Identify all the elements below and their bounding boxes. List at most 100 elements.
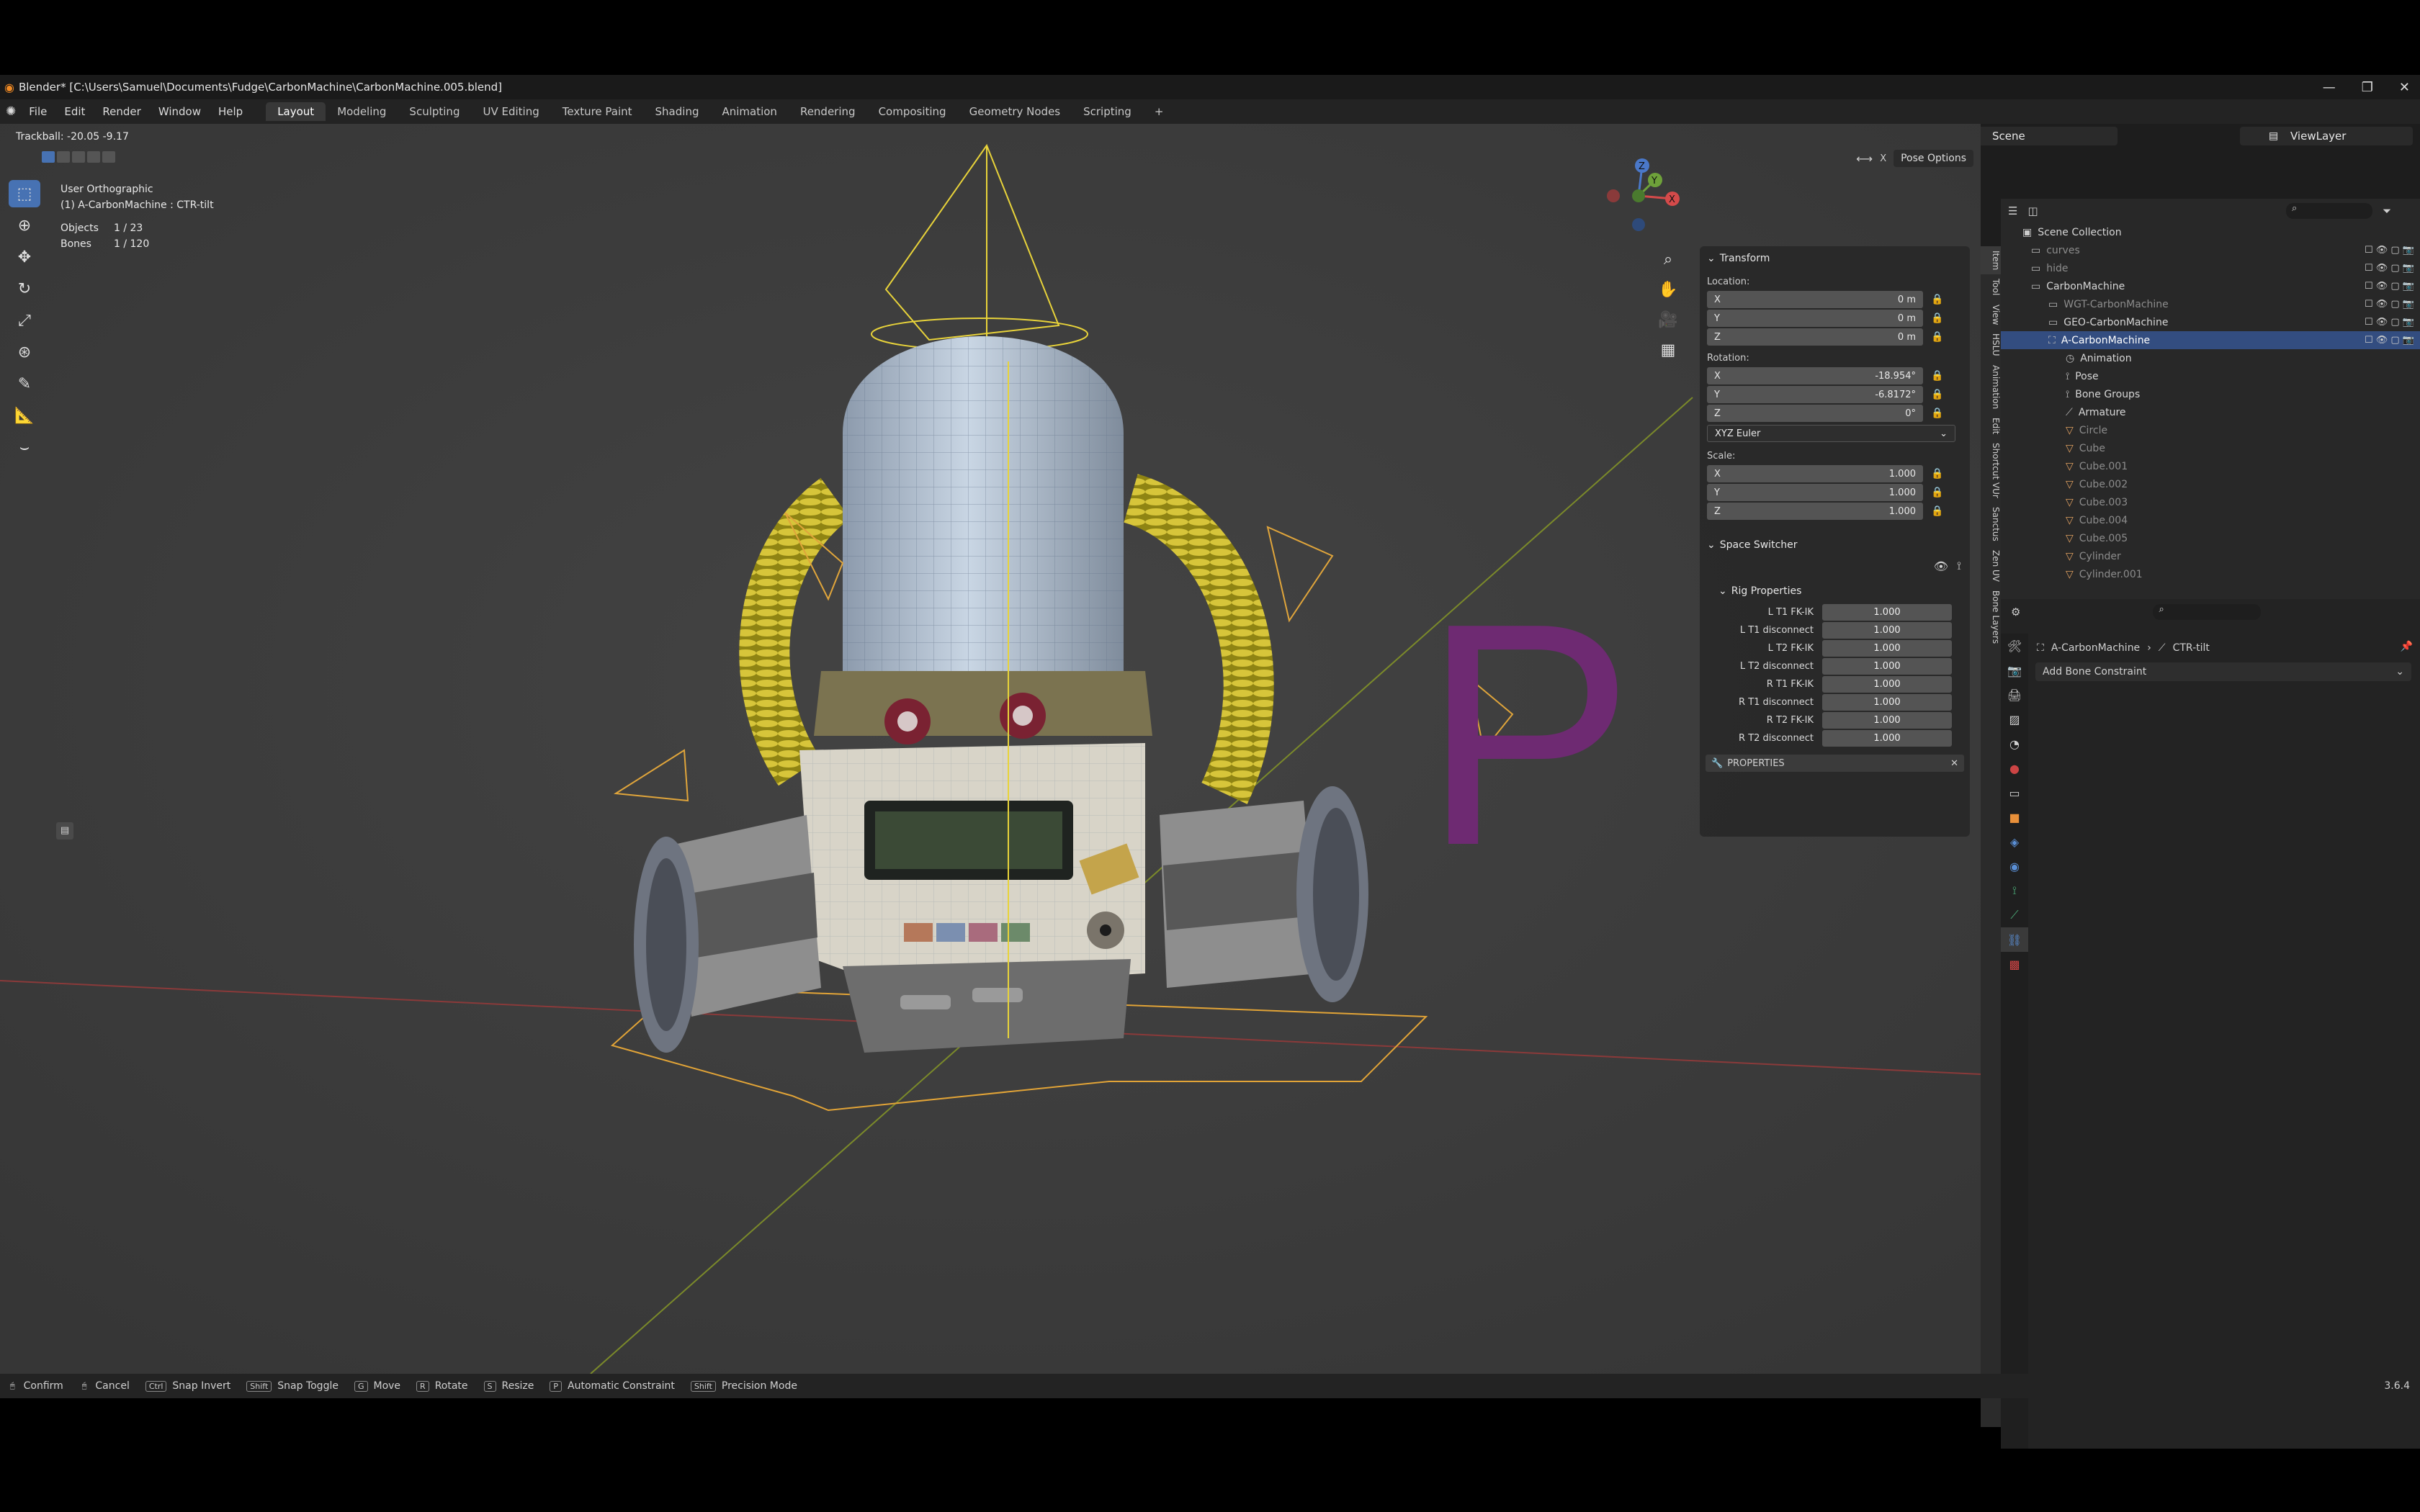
bone-pose-icon[interactable]: ⟟ [1957,559,1961,573]
outliner-row[interactable]: ▭ CarbonMachine ☐ 👁 ▢ 📷 [2001,277,2420,295]
editor-type-icon[interactable]: ⚙ [2011,606,2020,618]
select-subtract-icon[interactable] [72,151,85,163]
display-mode-icon[interactable]: ◫ [2027,204,2038,217]
sidebar-tab-bone-layers[interactable]: Bone Layers [1981,586,2001,648]
minimize-icon[interactable]: — [2323,80,2336,95]
tab-texture-paint[interactable]: Texture Paint [551,102,644,121]
outliner-row[interactable]: ▭ curves ☐ 👁 ▢ 📷 [2001,241,2420,259]
menu-help[interactable]: Help [210,105,251,118]
add-workspace-icon[interactable]: + [1143,102,1175,121]
outliner-row[interactable]: ▽ Cylinder.001 [2001,565,2420,583]
rig-property-slider[interactable]: 1.000 [1822,676,1952,693]
grid-perspective-icon[interactable]: ▦ [1655,337,1681,363]
mirror-x-toggle[interactable]: X [1877,153,1889,164]
blender-menu-icon[interactable]: ✺ [6,104,16,119]
output-tab-icon[interactable]: 🖨 [2001,683,2028,707]
visibility-toggles[interactable]: ☐ 👁 ▢ 📷 [2365,281,2414,292]
viewlayer-selector[interactable]: ▤ ViewLayer [2240,127,2413,145]
select-mode-buttons[interactable] [42,151,115,163]
close-icon[interactable]: ✕ [2399,80,2410,95]
scale-x-field[interactable]: X 1.000 [1707,465,1923,482]
orientation-gizmo[interactable]: Z X Y [1599,153,1693,232]
properties-search-input[interactable]: ⌕ [2153,604,2262,620]
3d-viewport[interactable]: P Trackball: -20.05 -9.17 ⟷ X Pose Optio… [0,124,1981,1374]
tab-scripting[interactable]: Scripting [1072,102,1143,121]
outliner-row[interactable]: ▽ Cube.003 [2001,493,2420,511]
camera-icon[interactable]: 🎥 [1655,307,1681,333]
properties-subpanel-header[interactable]: 🔧 PROPERTIES ✕ [1706,755,1964,772]
armature-data-tab-icon[interactable]: ⟟ [2001,878,2028,903]
menu-window[interactable]: Window [150,105,210,118]
tab-uv-editing[interactable]: UV Editing [471,102,550,121]
mirror-icon[interactable]: ⟷ [1856,152,1873,166]
lock-icon[interactable]: 🔒 [1929,294,1946,305]
sidebar-tab-hslu[interactable]: HSLU [1981,329,2001,361]
close-icon[interactable]: ✕ [1950,758,1958,769]
transform-panel-header[interactable]: ⌄ Transform [1700,249,1970,268]
sidebar-tab-zen-uv[interactable]: Zen UV [1981,546,2001,586]
transform-tool-icon[interactable]: ⊛ [9,338,40,366]
lock-icon[interactable]: 🔒 [1929,312,1946,324]
sidebar-tab-edit[interactable]: Edit [1981,413,2001,438]
visibility-toggles[interactable]: ☐ 👁 ▢ 📷 [2365,317,2414,328]
add-bone-constraint-button[interactable]: Add Bone Constraint ⌄ [2035,662,2411,681]
rig-property-slider[interactable]: 1.000 [1822,604,1952,621]
lock-icon[interactable]: 🔒 [1929,389,1946,400]
maximize-icon[interactable]: ❐ [2362,80,2373,95]
lock-icon[interactable]: 🔒 [1929,487,1946,498]
visibility-toggles[interactable]: ☐ 👁 ▢ 📷 [2365,245,2414,256]
rig-property-slider[interactable]: 1.000 [1822,658,1952,675]
outliner-row[interactable]: ⛶ A-CarbonMachine ☐ 👁 ▢ 📷 [2001,331,2420,349]
collection-tab-icon[interactable]: ▭ [2001,780,2028,805]
tab-modeling[interactable]: Modeling [326,102,398,121]
outliner-root[interactable]: ▣ Scene Collection [2001,223,2420,241]
space-switcher-header[interactable]: ⌄ Space Switcher [1700,536,1970,554]
render-tab-icon[interactable]: 📷 [2001,658,2028,683]
outliner-row[interactable]: ▽ Cube.004 [2001,511,2420,529]
bone-constraint-tab-icon[interactable]: ⛓ [2001,927,2028,952]
world-tab-icon[interactable]: ● [2001,756,2028,780]
bone-tool-icon[interactable]: ⌣ [9,433,40,461]
scene-selector[interactable]: ⛶ Scene [1966,127,2118,145]
rig-property-slider[interactable]: 1.000 [1822,730,1952,747]
menu-file[interactable]: File [20,105,55,118]
view-layer-tab-icon[interactable]: ▨ [2001,707,2028,732]
outliner-row[interactable]: ▭ WGT-CarbonMachine ☐ 👁 ▢ 📷 [2001,295,2420,313]
editor-type-icon[interactable]: ☰ [2008,204,2017,217]
visibility-toggles[interactable]: ☐ 👁 ▢ 📷 [2365,335,2414,346]
modifier-tab-icon[interactable]: ◈ [2001,829,2028,854]
rig-property-slider[interactable]: 1.000 [1822,694,1952,711]
rig-property-slider[interactable]: 1.000 [1822,712,1952,729]
menu-render[interactable]: Render [94,105,149,118]
measure-tool-icon[interactable]: 📐 [9,402,40,429]
outliner-row[interactable]: ▽ Cube.001 [2001,457,2420,475]
location-y-field[interactable]: Y 0 m [1707,310,1923,327]
sidebar-tab-shortcut-vur[interactable]: Shortcut VUr [1981,438,2001,503]
rotate-tool-icon[interactable]: ↻ [9,275,40,302]
rotation-x-field[interactable]: X -18.954° [1707,367,1923,384]
collapse-toolbar-icon[interactable]: ▤ [56,822,73,840]
visibility-toggles[interactable]: ☐ 👁 ▢ 📷 [2365,263,2414,274]
eye-icon[interactable]: 👁 [1934,559,1948,573]
rig-property-slider[interactable]: 1.000 [1822,622,1952,639]
filter-icon[interactable]: ⏷ [2383,204,2391,217]
select-intersect-icon[interactable] [102,151,115,163]
outliner-row[interactable]: ⟟ Pose [2001,367,2420,385]
menu-edit[interactable]: Edit [55,105,94,118]
lock-icon[interactable]: 🔒 [1929,505,1946,517]
outliner-row[interactable]: ▽ Cube.005 [2001,529,2420,547]
pose-options-dropdown[interactable]: Pose Options [1894,150,1973,167]
outliner-search-input[interactable]: ⌕ [2285,203,2372,219]
tool-tab-icon[interactable]: 🛠 [2001,634,2028,658]
tab-rendering[interactable]: Rendering [789,102,867,121]
rotation-z-field[interactable]: Z 0° [1707,405,1923,422]
physics-tab-icon[interactable]: ◉ [2001,854,2028,878]
object-tab-icon[interactable]: ■ [2001,805,2028,829]
outliner-row[interactable]: ⟋ Armature [2001,403,2420,421]
scale-y-field[interactable]: Y 1.000 [1707,484,1923,501]
move-tool-icon[interactable]: ✥ [9,243,40,271]
sidebar-tab-item[interactable]: Item [1981,246,2001,275]
lock-icon[interactable]: 🔒 [1929,468,1946,480]
pin-icon[interactable]: 📌 [2401,641,2413,652]
location-x-field[interactable]: X 0 m [1707,291,1923,308]
